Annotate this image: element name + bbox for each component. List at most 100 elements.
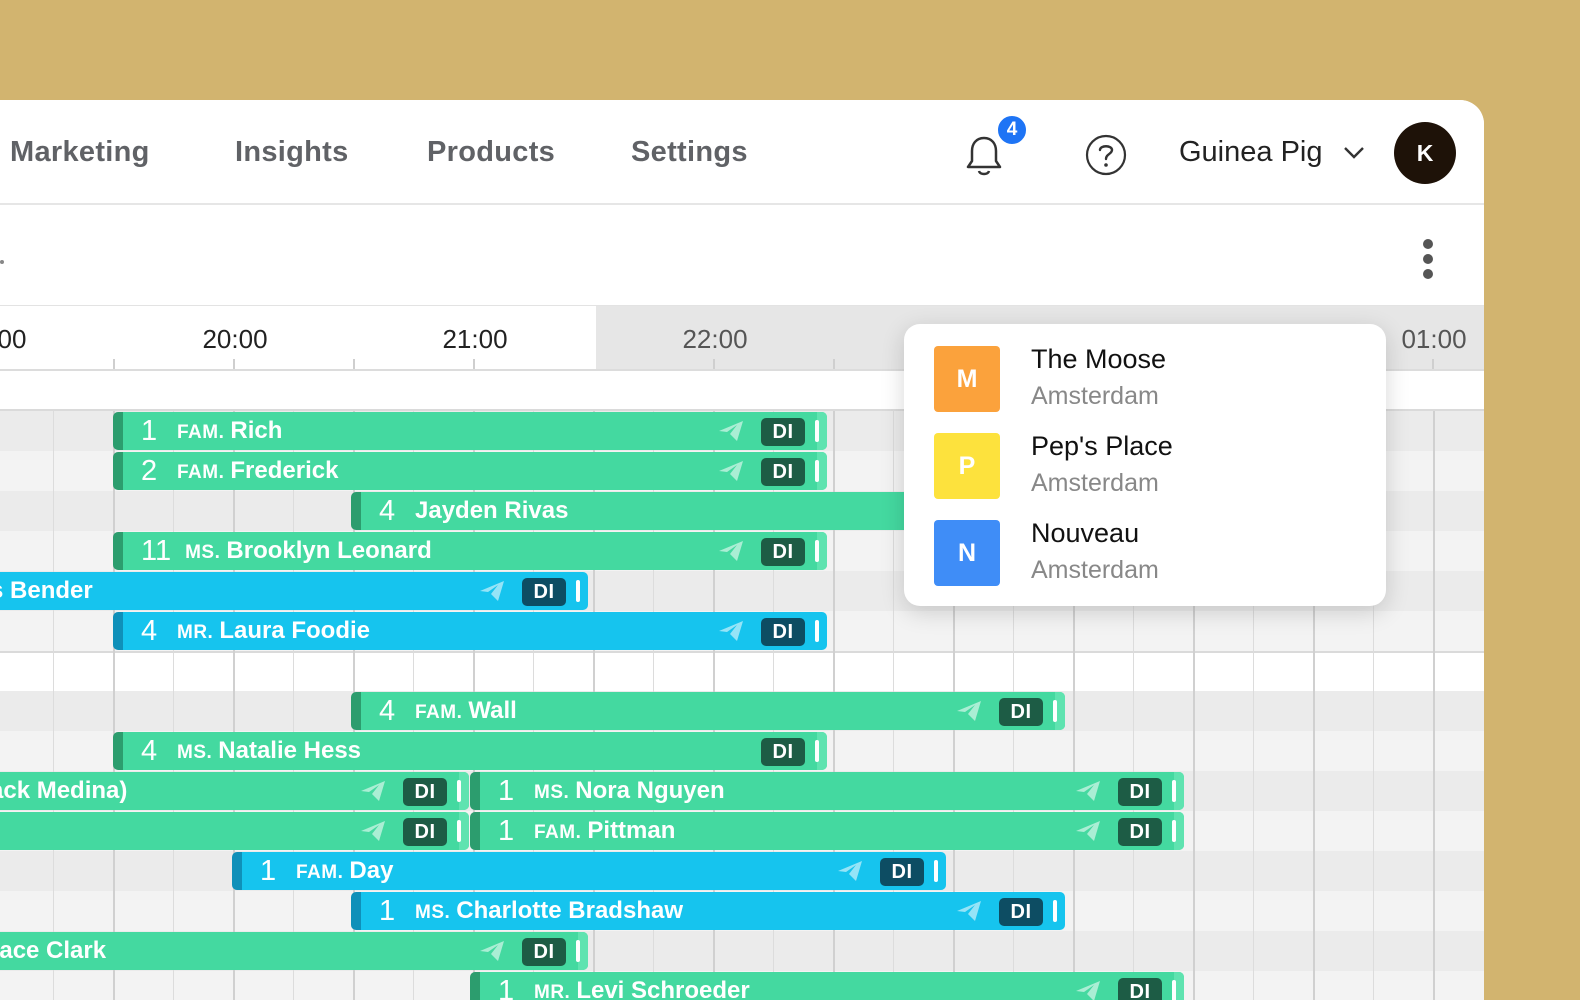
guest-name-group: FAM. Frederick: [177, 457, 338, 485]
reservation-bar[interactable]: 1 FAM. Pittman DI: [470, 812, 1184, 850]
sent-icon: [717, 419, 745, 443]
reservation-bar[interactable]: race Clark DI: [0, 932, 588, 970]
resize-handle[interactable]: [576, 580, 580, 602]
sent-icon: [955, 899, 983, 923]
reservation-bar[interactable]: 1 FAM. Rich DI: [113, 412, 827, 450]
account-name[interactable]: Guinea Pig: [1179, 136, 1323, 169]
sent-icon: [1074, 979, 1102, 1000]
guest-name: Day: [349, 857, 394, 884]
reservation-bar[interactable]: s Bender DI: [0, 572, 588, 610]
guest-name-group: MR. Levi Schroeder: [534, 977, 750, 1000]
sent-icon: [478, 579, 506, 603]
reservation-bar[interactable]: 1 MS. Charlotte Bradshaw DI: [351, 892, 1065, 930]
venue-name: The Moose: [1031, 344, 1167, 374]
nav-marketing[interactable]: Marketing: [10, 136, 150, 169]
reservation-bar[interactable]: 1 MR. Levi Schroeder DI: [470, 972, 1184, 1000]
reservation-type-badge: DI: [880, 858, 924, 886]
reservation-bar[interactable]: 1 FAM. Day DI: [232, 852, 946, 890]
resize-handle[interactable]: [576, 940, 580, 962]
guest-name-group: MR. Laura Foodie: [177, 617, 370, 645]
reservation-bar[interactable]: ack Medina) DI: [0, 772, 469, 810]
truncated-text-dot: [0, 260, 4, 264]
resize-handle[interactable]: [457, 820, 461, 842]
sent-icon: [717, 539, 745, 563]
bell-icon[interactable]: [964, 134, 1004, 178]
resize-handle[interactable]: [1053, 700, 1057, 722]
sent-icon: [359, 819, 387, 843]
reservation-type-badge: DI: [403, 818, 447, 846]
guest-name: Laura Foodie: [219, 617, 371, 644]
resize-handle[interactable]: [815, 740, 819, 762]
venue-city: Amsterdam: [1031, 556, 1159, 584]
resize-handle[interactable]: [1172, 780, 1176, 802]
reservation-type-badge: DI: [522, 578, 566, 606]
reservation-bar[interactable]: 4 MR. Laura Foodie DI: [113, 612, 827, 650]
notification-count-badge: 4: [996, 114, 1028, 146]
resize-handle[interactable]: [934, 860, 938, 882]
guest-name-group: FAM. Rich: [177, 417, 282, 445]
venue-option-nouveau[interactable]: N Nouveau Amsterdam: [934, 518, 1364, 586]
guest-title-prefix: FAM.: [296, 862, 344, 883]
guest-name: Pittman: [587, 817, 676, 844]
resize-handle[interactable]: [815, 460, 819, 482]
resize-handle[interactable]: [815, 620, 819, 642]
nav-products[interactable]: Products: [427, 136, 555, 169]
resize-handle[interactable]: [1053, 900, 1057, 922]
reservation-bar[interactable]: DI: [0, 812, 469, 850]
venue-option-the-moose[interactable]: M The Moose Amsterdam: [934, 344, 1364, 412]
guest-name-group: race Clark: [0, 937, 106, 965]
help-icon[interactable]: [1085, 134, 1127, 176]
sent-icon: [1074, 819, 1102, 843]
avatar[interactable]: K: [1394, 122, 1456, 184]
venue-name: Pep's Place: [1031, 431, 1173, 461]
guest-title-prefix: FAM.: [415, 702, 463, 723]
section-gap: [0, 651, 1484, 691]
reservation-type-badge: DI: [761, 738, 805, 766]
hour-label: 00: [0, 324, 27, 354]
guest-name-group: Jayden Rivas: [415, 497, 568, 525]
guest-name-group: FAM. Day: [296, 857, 393, 885]
reservation-bar[interactable]: 2 FAM. Frederick DI: [113, 452, 827, 490]
venue-badge: N: [934, 520, 1000, 586]
venue-option-peps-place[interactable]: P Pep's Place Amsterdam: [934, 431, 1364, 499]
resize-handle[interactable]: [815, 420, 819, 442]
reservation-type-badge: DI: [1118, 818, 1162, 846]
sent-icon: [836, 859, 864, 883]
guest-count: 1: [141, 414, 158, 447]
reservation-bar[interactable]: 1 MS. Nora Nguyen DI: [470, 772, 1184, 810]
sent-icon: [478, 939, 506, 963]
reservation-type-badge: DI: [761, 418, 805, 446]
resize-handle[interactable]: [1172, 980, 1176, 1000]
nav-settings[interactable]: Settings: [631, 136, 748, 169]
hour-label: 01:00: [1401, 324, 1467, 354]
venue-badge: P: [934, 433, 1000, 499]
app-window: Marketing Insights Products Settings 4 G…: [0, 100, 1484, 1000]
sent-icon: [359, 779, 387, 803]
venue-name: Nouveau: [1031, 518, 1140, 548]
guest-name: ack Medina): [0, 777, 128, 804]
reservation-bar[interactable]: 4 FAM. Wall DI: [351, 692, 1065, 730]
resize-handle[interactable]: [457, 780, 461, 802]
guest-count: 1: [379, 894, 396, 927]
guest-name-group: s Bender: [0, 577, 93, 605]
resize-handle[interactable]: [1172, 820, 1176, 842]
top-navigation: Marketing Insights Products Settings 4 G…: [0, 100, 1484, 205]
venue-city: Amsterdam: [1031, 469, 1159, 497]
tick-mark: [713, 359, 715, 369]
more-options-icon[interactable]: [1422, 238, 1434, 282]
nav-insights[interactable]: Insights: [235, 136, 349, 169]
resize-handle[interactable]: [815, 540, 819, 562]
reservation-bar[interactable]: 11 MS. Brooklyn Leonard DI: [113, 532, 827, 570]
guest-count: 11: [141, 534, 172, 567]
guest-title-prefix: FAM.: [177, 422, 225, 443]
guest-name: s Bender: [0, 577, 93, 604]
guest-name: Wall: [468, 697, 517, 724]
grid-line: [233, 411, 235, 1000]
guest-name-group: MS. Charlotte Bradshaw: [415, 897, 683, 925]
guest-count: 1: [498, 814, 515, 847]
chevron-down-icon[interactable]: [1343, 146, 1365, 160]
guest-title-prefix: FAM.: [534, 822, 582, 843]
reservation-bar[interactable]: 4 MS. Natalie Hess DI: [113, 732, 827, 770]
guest-name-group: ack Medina): [0, 777, 127, 805]
tick-mark: [233, 359, 235, 369]
